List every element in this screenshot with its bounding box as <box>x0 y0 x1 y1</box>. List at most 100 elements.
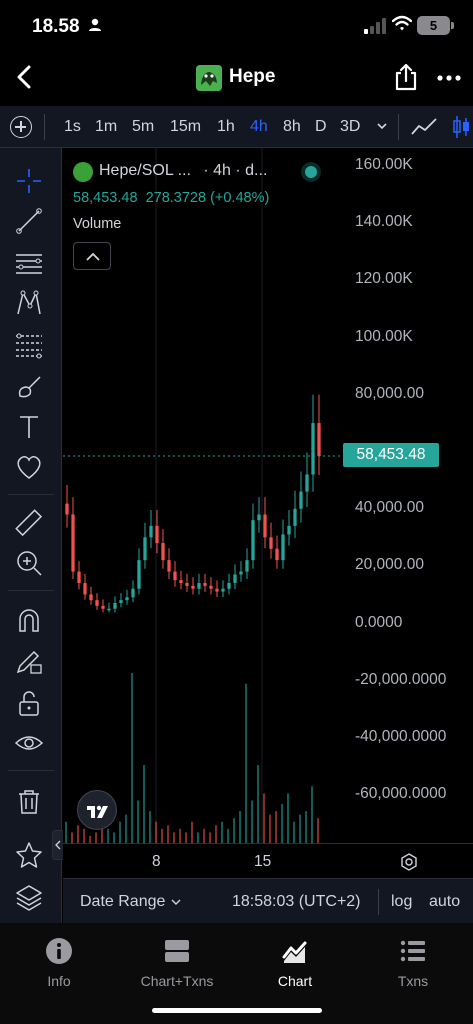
candle-body <box>281 534 285 561</box>
candle-body <box>209 585 213 589</box>
volume-bar <box>281 804 284 843</box>
volume-bar <box>287 793 290 843</box>
candle-body <box>131 588 135 598</box>
split-view-icon <box>165 940 189 962</box>
status-bar: 18.58 5 <box>0 0 473 52</box>
volume-bar <box>209 832 212 843</box>
ellipsis-icon[interactable] <box>436 66 462 90</box>
pattern-icon[interactable] <box>14 288 44 318</box>
trend-line-icon[interactable] <box>14 206 44 236</box>
legend-timeframe: · 4h · d... <box>203 162 268 179</box>
volume-bar <box>113 832 116 843</box>
chevron-down-icon[interactable] <box>376 120 388 132</box>
volume-bar <box>71 832 74 843</box>
toolbar-divider <box>398 114 399 140</box>
candle-body <box>263 514 267 538</box>
y-axis-label: 120.00K <box>355 270 413 287</box>
eye-icon[interactable] <box>14 728 44 758</box>
candle-body <box>179 580 183 584</box>
volume-bar <box>257 765 260 843</box>
interval-8h[interactable]: 8h <box>283 118 301 136</box>
candle-body <box>161 543 165 561</box>
zoom-in-icon[interactable] <box>14 548 44 578</box>
candle-body <box>317 423 321 457</box>
price-chart[interactable]: Hepe/SOL ... · 4h · d... 58,453.48 278.3… <box>63 148 473 878</box>
volume-bar <box>173 832 176 843</box>
interval-4h[interactable]: 4h <box>250 118 268 136</box>
candle-body <box>113 603 117 609</box>
line-chart-icon[interactable] <box>410 116 438 138</box>
volume-bar <box>251 800 254 843</box>
candle-body <box>269 537 273 549</box>
battery-tip <box>451 22 454 29</box>
magnet-icon[interactable] <box>14 606 44 636</box>
volume-bar <box>275 811 278 843</box>
tab-info[interactable]: Info <box>0 937 118 997</box>
info-icon <box>46 938 72 964</box>
add-indicator-icon[interactable] <box>10 116 32 138</box>
tab-label: Txns <box>397 973 429 989</box>
legend-values: 58,453.48 278.3728 (+0.48%) <box>73 190 270 206</box>
heart-icon[interactable] <box>14 452 44 482</box>
interval-1s[interactable]: 1s <box>64 118 81 136</box>
y-axis-label: 100.00K <box>355 328 413 345</box>
toolbar-divider <box>8 770 54 771</box>
interval-1h[interactable]: 1h <box>217 118 235 136</box>
star-icon[interactable] <box>14 840 44 870</box>
candle-body <box>77 571 81 584</box>
volume-bar <box>221 821 224 843</box>
toolbar-divider <box>8 494 54 495</box>
ruler-icon[interactable] <box>14 508 44 538</box>
settings-hexagon-icon[interactable] <box>399 852 419 872</box>
interval-5m[interactable]: 5m <box>132 118 154 136</box>
candle-body <box>287 525 291 535</box>
tab-txns[interactable]: Txns <box>354 937 472 997</box>
candle-body <box>83 583 87 595</box>
layers-icon[interactable] <box>14 882 44 912</box>
unlock-icon[interactable] <box>14 688 44 718</box>
share-icon[interactable] <box>392 62 420 92</box>
tab-chart[interactable]: Chart <box>236 937 354 997</box>
auto-scale-toggle[interactable]: auto <box>429 893 460 911</box>
chevron-left-icon[interactable] <box>10 62 40 92</box>
candle-body <box>239 571 243 575</box>
volume-bar <box>263 793 266 843</box>
volume-bar <box>143 765 146 843</box>
candle-body <box>65 503 69 515</box>
home-indicator <box>152 1008 322 1013</box>
y-axis-label: 160.00K <box>355 156 413 173</box>
volume-bar <box>131 673 134 843</box>
date-range-button[interactable]: Date Range <box>80 893 165 911</box>
interval-15m[interactable]: 15m <box>170 118 201 136</box>
interval-3d[interactable]: 3D <box>340 118 360 136</box>
candle-body <box>305 474 309 492</box>
brush-icon[interactable] <box>14 372 44 402</box>
interval-1m[interactable]: 1m <box>95 118 117 136</box>
text-icon[interactable] <box>14 412 44 442</box>
tab-chart-txns[interactable]: Chart+Txns <box>118 937 236 997</box>
volume-bar <box>269 814 272 843</box>
volume-bar <box>149 811 152 843</box>
horizontal-lines-icon[interactable] <box>14 248 44 278</box>
tab-label: Chart <box>277 973 313 989</box>
last-price-tag: 58,453.48 <box>343 443 439 467</box>
lock-pencil-icon[interactable] <box>14 646 44 676</box>
timezone-clock[interactable]: 18:58:03 (UTC+2) <box>232 893 361 911</box>
interval-d[interactable]: D <box>315 118 327 136</box>
legend-collapse-button[interactable] <box>73 242 111 270</box>
candle-body <box>101 605 105 609</box>
volume-bar <box>95 832 98 843</box>
volume-bar <box>305 811 308 843</box>
y-axis-label: 0.0000 <box>355 614 403 631</box>
volume-bar <box>161 828 164 843</box>
wifi-icon <box>392 15 412 31</box>
chevron-down-icon[interactable] <box>171 897 181 907</box>
tradingview-logo[interactable] <box>77 790 117 830</box>
tab-label: Chart+Txns <box>140 973 214 989</box>
page-title: Hepe <box>229 66 276 87</box>
fib-retracement-icon[interactable] <box>14 330 44 360</box>
trash-icon[interactable] <box>14 786 44 816</box>
crosshair-icon[interactable] <box>14 166 44 196</box>
candlestick-icon[interactable] <box>452 114 470 140</box>
log-scale-toggle[interactable]: log <box>391 893 412 911</box>
